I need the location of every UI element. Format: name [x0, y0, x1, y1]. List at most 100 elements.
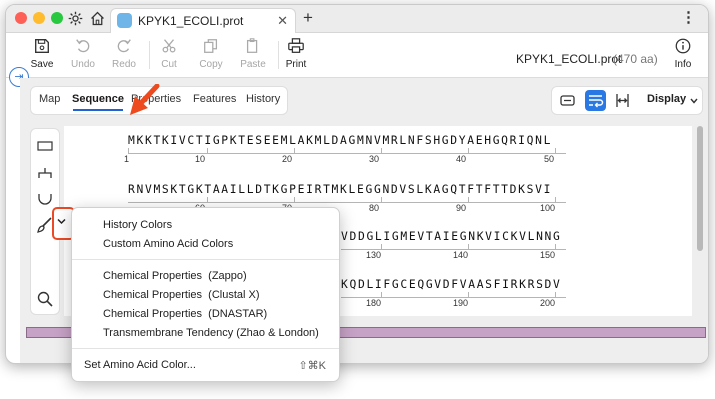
document-tab[interactable]: KPYK1_ECOLI.prot ✕ [110, 8, 296, 33]
copy-button[interactable]: Copy [191, 37, 231, 70]
ruler-tick [207, 148, 208, 153]
ruler-number: 100 [540, 203, 556, 213]
ruler-number: 30 [369, 154, 380, 164]
copy-icon [204, 39, 218, 53]
ruler-tick [468, 197, 469, 202]
sequence-length: (470 aa) [613, 52, 658, 66]
ruler-tick [207, 197, 208, 202]
sequence-line[interactable]: VDDGLIGMEVTAIEGNKVICKVLNNG [341, 230, 562, 243]
home-icon[interactable] [89, 10, 106, 27]
ruler-tick [468, 292, 469, 297]
copy-label: Copy [199, 59, 223, 70]
ruler-tick [555, 148, 556, 153]
ruler-tick [468, 148, 469, 153]
sequence-ruler [341, 291, 566, 298]
paste-button[interactable]: Paste [233, 37, 273, 70]
ruler-tick [294, 148, 295, 153]
new-tab-button[interactable]: + [303, 8, 313, 28]
wrap-view-button[interactable] [585, 90, 606, 111]
linear-view-icon[interactable] [557, 90, 578, 111]
save-button[interactable]: Save [22, 37, 62, 70]
menu-item-clustal-x[interactable]: Chemical Properties (Clustal X) [103, 289, 260, 301]
menu-divider [72, 348, 339, 349]
selection-rectangle-icon[interactable] [35, 136, 55, 156]
tab-features[interactable]: Features [193, 93, 236, 105]
bracket-tool-icon[interactable] [35, 163, 55, 183]
print-button[interactable]: Print [276, 37, 316, 70]
save-label: Save [30, 59, 54, 70]
sequence-ruler [128, 196, 566, 203]
cut-button[interactable]: Cut [149, 37, 189, 70]
ruler-number: 20 [282, 154, 293, 164]
keyboard-shortcut: ⇧⌘K [298, 360, 326, 372]
info-button[interactable]: Info [663, 37, 703, 70]
paste-icon [246, 38, 258, 53]
print-label: Print [285, 59, 307, 70]
save-icon [35, 39, 49, 53]
tab-history[interactable]: History [246, 93, 280, 105]
sequence-line[interactable]: MKKTKIVCTIGPKTESEEMLAKMLDAGMNVMRLNFSHGDY… [128, 134, 552, 147]
tab-map[interactable]: Map [39, 93, 60, 105]
tab-sequence[interactable]: Sequence [72, 93, 124, 105]
fit-width-icon[interactable] [612, 90, 633, 111]
redo-label: Redo [112, 59, 136, 70]
ruler-tick [555, 292, 556, 297]
ruler-tick [555, 244, 556, 249]
minimize-window-button[interactable] [33, 12, 45, 24]
redo-icon [117, 39, 131, 53]
menu-item-transmembrane[interactable]: Transmembrane Tendency (Zhao & London) [103, 327, 319, 339]
menu-item-dnastar[interactable]: Chemical Properties (DNASTAR) [103, 308, 267, 320]
ruler-number: 50 [544, 154, 555, 164]
ruler-tick [381, 244, 382, 249]
ruler-number: 40 [456, 154, 467, 164]
more-options-icon[interactable]: ⋮ [681, 8, 696, 26]
scissors-icon [162, 39, 176, 53]
main-toolbar: ⇥ Save Undo Redo Cut Copy Paste Print KP… [6, 33, 708, 87]
sequence-ruler [341, 243, 566, 250]
ruler-tick [128, 148, 129, 153]
annotation-arrow-icon [130, 84, 160, 115]
tab-title: KPYK1_ECOLI.prot [138, 14, 244, 28]
ruler-tick [468, 244, 469, 249]
gear-icon[interactable] [67, 10, 84, 27]
chevron-down-icon [57, 218, 66, 225]
menu-item-custom-colors[interactable]: Custom Amino Acid Colors [103, 238, 233, 250]
undo-label: Undo [71, 59, 95, 70]
printer-icon [288, 38, 304, 53]
vertical-scrollbar[interactable] [697, 126, 703, 251]
cut-label: Cut [161, 59, 177, 70]
ruler-tick [381, 197, 382, 202]
close-tab-icon[interactable]: ✕ [277, 13, 288, 29]
ruler-number: 190 [453, 298, 469, 308]
undo-icon [76, 39, 90, 53]
sequence-ruler [128, 147, 566, 154]
close-window-button[interactable] [15, 12, 27, 24]
sequence-line[interactable]: KQDLIFGCEQGVDFVAASFIRKRSDV [341, 278, 562, 291]
ruler-number: 200 [540, 298, 556, 308]
color-scheme-menu: History Colors Custom Amino Acid Colors … [71, 207, 340, 382]
magnifier-icon[interactable] [35, 289, 55, 309]
ruler-number: 140 [453, 250, 469, 260]
redo-button[interactable]: Redo [104, 37, 144, 70]
active-tab-indicator [73, 109, 123, 111]
menu-item-zappo[interactable]: Chemical Properties (Zappo) [103, 270, 247, 282]
sequence-line[interactable]: RNVMSKTGKTAAILLDTKGPEIRTMKLEGGNDVSLKAGQT… [128, 183, 552, 196]
menu-item-history-colors[interactable]: History Colors [103, 219, 172, 231]
ruler-tick [381, 292, 382, 297]
ruler-tick [555, 197, 556, 202]
document-name: KPYK1_ECOLI.prot [516, 52, 622, 66]
info-icon [675, 38, 691, 54]
wrap-lines-icon [589, 95, 604, 108]
arc-tool-icon[interactable] [35, 189, 55, 209]
info-label: Info [674, 59, 692, 70]
ruler-number: 150 [540, 250, 556, 260]
ruler-number: 10 [195, 154, 206, 164]
undo-button[interactable]: Undo [63, 37, 103, 70]
ruler-number: 90 [456, 203, 467, 213]
view-options-bar: Display [551, 86, 703, 115]
protein-file-icon [117, 13, 132, 28]
ruler-tick [294, 197, 295, 202]
zoom-window-button[interactable] [51, 12, 63, 24]
display-menu-button[interactable]: Display [647, 93, 686, 105]
menu-item-set-color[interactable]: Set Amino Acid Color... [84, 359, 196, 371]
